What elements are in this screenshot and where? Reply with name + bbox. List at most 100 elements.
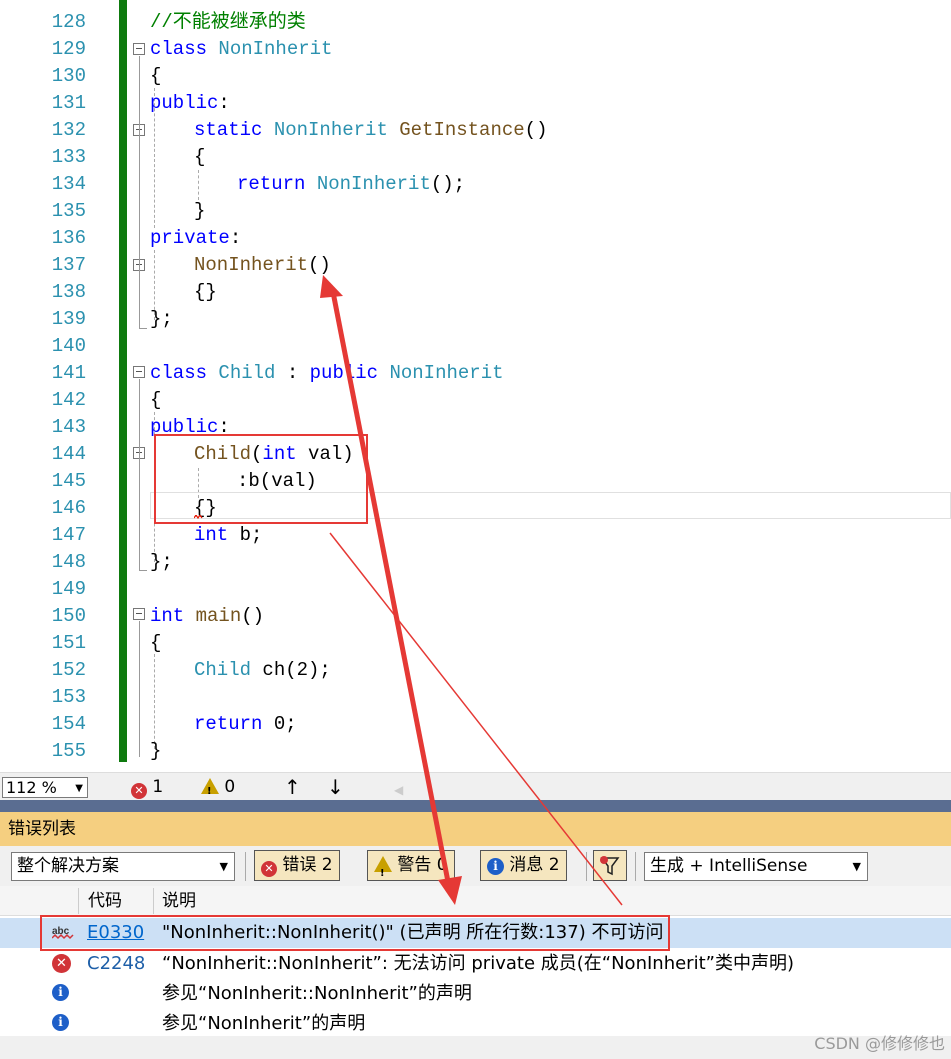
zoom-dropdown[interactable]: 112 % ▼ — [2, 777, 88, 798]
line-number: 136 — [51, 227, 86, 249]
column-header-description[interactable]: 说明 — [162, 886, 196, 916]
function-name: main — [184, 605, 242, 627]
change-tracking-bar — [119, 0, 127, 762]
toolbar-separator — [635, 852, 636, 881]
collapse-icon[interactable] — [133, 608, 145, 620]
line-number: 145 — [51, 470, 86, 492]
column-separator[interactable] — [153, 888, 154, 914]
warnings-filter-label: 警告 0 — [397, 855, 448, 875]
annotation-box-constructor — [154, 434, 368, 524]
brace: }; — [150, 551, 173, 573]
chevron-down-icon: ▼ — [219, 860, 228, 873]
panel-splitter[interactable] — [0, 800, 951, 812]
brace: { — [150, 389, 162, 411]
brace: {} — [194, 281, 217, 303]
source-dropdown[interactable]: 生成 + IntelliSense ▼ — [644, 852, 868, 881]
class-name: NonInherit — [305, 173, 431, 195]
brace: { — [194, 146, 206, 168]
filter-button[interactable] — [593, 850, 627, 881]
line-number: 151 — [51, 632, 86, 654]
line-number: 153 — [51, 686, 86, 708]
code-line-142: { — [150, 387, 161, 414]
info-icon: i — [52, 984, 69, 1001]
warning-count: 0 — [224, 777, 236, 797]
code-line-141: class Child : public NonInherit — [150, 360, 504, 387]
line-number: 152 — [51, 659, 86, 681]
error-row[interactable]: ✕ C2248 “NonInherit::NonInherit”: 无法访问 p… — [0, 949, 951, 979]
line-number: 144 — [51, 443, 86, 465]
class-name: NonInherit — [262, 119, 388, 141]
annotation-box-error — [40, 915, 670, 951]
line-number: 143 — [51, 416, 86, 438]
line-number: 133 — [51, 146, 86, 168]
punct: (); — [430, 173, 466, 195]
code-line-151: { — [150, 630, 161, 657]
code-line-138: {} — [194, 279, 217, 306]
keyword: static — [194, 119, 263, 141]
error-code-link[interactable]: C2248 — [87, 949, 145, 979]
error-description: “NonInherit::NonInherit”: 无法访问 private 成… — [162, 953, 794, 974]
statement: 0; — [262, 713, 297, 735]
collapse-icon[interactable] — [133, 43, 145, 55]
punct: () — [524, 119, 548, 141]
code-editor[interactable]: 127 128 129 130 131 132 133 134 135 136 137 138 139 1… — [0, 0, 951, 772]
error-row[interactable]: i 参见“NonInherit::NonInherit”的声明 — [0, 979, 951, 1009]
code-line-137: NonInherit() — [194, 252, 331, 279]
line-number: 132 — [51, 119, 86, 141]
warnings-filter-button[interactable]: ! 警告 0 — [367, 850, 455, 881]
brace: } — [150, 740, 162, 762]
class-name: Child — [194, 659, 252, 681]
column-header-code[interactable]: 代码 — [88, 886, 122, 916]
line-number: 140 — [51, 335, 86, 357]
code-line-135: } — [194, 198, 205, 225]
error-icon: ✕ — [131, 783, 147, 799]
warning-count-indicator[interactable]: ! 0 — [201, 776, 235, 798]
class-name: Child — [207, 362, 276, 384]
filter-icon — [600, 856, 620, 876]
indent-guide — [198, 170, 199, 200]
line-number: 148 — [51, 551, 86, 573]
member: b; — [228, 524, 263, 546]
keyword: int — [150, 605, 185, 627]
arrow-down-icon: ↓ — [327, 775, 344, 799]
code-line-128: //不能被继承的类 — [150, 9, 306, 36]
error-list-title: 错误列表 — [0, 812, 951, 846]
class-name: NonInherit — [207, 38, 333, 60]
errors-filter-button[interactable]: ✕ 错误 2 — [254, 850, 340, 881]
code-line-148: }; — [150, 549, 173, 576]
error-row[interactable]: i 参见“NonInherit”的声明 — [0, 1009, 951, 1039]
comment-text: //不能被继承的类 — [150, 11, 306, 33]
line-number: 127 — [0, 0, 86, 9]
code-line-130: { — [150, 63, 161, 90]
scope-dropdown[interactable]: 整个解决方案 ▼ — [11, 852, 235, 881]
scroll-left-icon[interactable]: ◀ — [394, 779, 403, 801]
fold-region-line — [139, 621, 140, 757]
zoom-value: 112 % — [6, 778, 57, 797]
keyword: return — [194, 713, 263, 735]
line-number: 142 — [51, 389, 86, 411]
next-issue-button[interactable]: ↓ — [327, 776, 344, 798]
error-icon: ✕ — [261, 861, 277, 877]
function-name: GetInstance — [387, 119, 525, 141]
collapse-icon[interactable] — [133, 366, 145, 378]
line-number: 134 — [51, 173, 86, 195]
previous-issue-button[interactable]: ↑ — [284, 776, 301, 798]
fold-region-line — [139, 56, 140, 328]
code-line-133: { — [194, 144, 205, 171]
error-icon: ✕ — [52, 954, 71, 973]
messages-filter-button[interactable]: i 消息 2 — [480, 850, 567, 881]
line-number: 137 — [51, 254, 86, 276]
keyword: class — [150, 38, 208, 60]
brace: { — [150, 632, 162, 654]
brace: }; — [150, 308, 173, 330]
keyword: public — [309, 362, 379, 384]
brace: { — [150, 65, 162, 87]
line-number: 138 — [51, 281, 86, 303]
error-description: 参见“NonInherit”的声明 — [162, 1013, 366, 1034]
error-count-indicator[interactable]: ✕ 1 — [131, 776, 163, 799]
keyword: private — [150, 227, 230, 249]
line-number: 128 — [51, 11, 86, 33]
column-separator[interactable] — [78, 888, 79, 914]
brace: } — [194, 200, 206, 222]
fold-region-end — [139, 570, 147, 571]
